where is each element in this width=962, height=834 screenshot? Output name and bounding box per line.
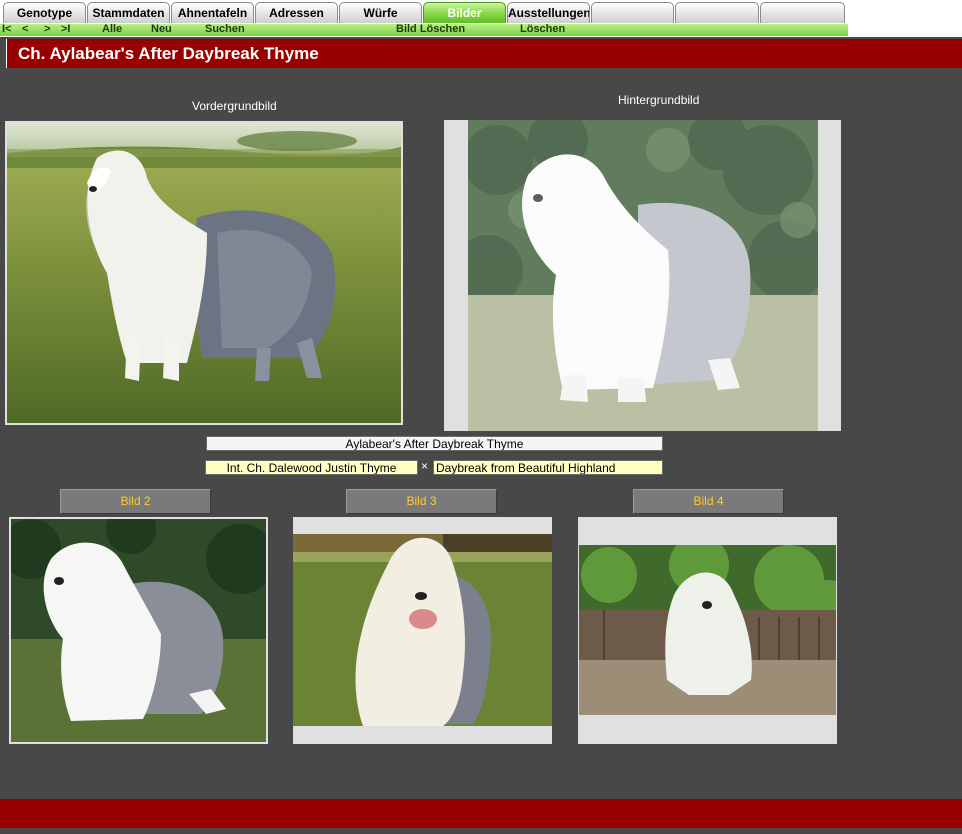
bild-3-frame[interactable] [293,517,552,744]
background-image-label: Hintergrundbild [618,93,700,107]
dog-name-field[interactable]: Aylabear's After Daybreak Thyme [206,436,663,451]
tab-stammdaten[interactable]: Stammdaten [87,2,170,23]
nav-alle-button[interactable]: Alle [102,23,122,36]
foreground-photo [7,123,401,423]
tab-empty-3[interactable] [760,2,845,23]
content-area: Ch. Aylabear's After Daybreak Thyme Vord… [0,37,962,834]
bild-4-button[interactable]: Bild 4 [633,489,784,514]
bild-3-button[interactable]: Bild 3 [346,489,497,514]
tab-genotype[interactable]: Genotype [3,2,86,23]
bild-3-photo [293,534,552,726]
tab-ausstellungen[interactable]: Ausstellungen [507,2,590,23]
tab-wuerfe[interactable]: Würfe [339,2,422,23]
bild-4-frame[interactable] [578,517,837,744]
nav-last-button[interactable]: >I [61,23,70,36]
nav-neu-button[interactable]: Neu [151,23,172,36]
tab-empty-1[interactable] [591,2,674,23]
tab-ahnentafeln[interactable]: Ahnentafeln [171,2,254,23]
bild-4-photo [579,545,836,715]
nav-suchen-button[interactable]: Suchen [205,23,245,36]
bild-loeschen-button[interactable]: Bild Löschen [396,23,465,36]
title-bar: Ch. Aylabear's After Daybreak Thyme [6,39,962,68]
cross-symbol: × [421,459,429,473]
background-image-frame[interactable] [444,120,841,431]
foreground-image-frame[interactable] [5,121,403,425]
nav-next-button[interactable]: > [44,23,50,36]
footer-bar [0,799,962,828]
bild-2-photo [11,519,266,742]
sire-field[interactable]: Int. Ch. Dalewood Justin Thyme [205,460,418,475]
nav-first-button[interactable]: I< [2,23,11,36]
page-title: Ch. Aylabear's After Daybreak Thyme [18,44,319,63]
tab-bilder[interactable]: Bilder [423,2,506,23]
background-photo [468,120,818,431]
tab-bar: Genotype Stammdaten Ahnentafeln Adressen… [0,0,962,24]
foreground-image-label: Vordergrundbild [192,99,277,113]
loeschen-button[interactable]: Löschen [520,23,565,36]
nav-prev-button[interactable]: < [22,23,28,36]
dam-field[interactable]: Daybreak from Beautiful Highland [433,460,663,475]
bild-2-button[interactable]: Bild 2 [60,489,211,514]
bild-2-frame[interactable] [9,517,268,744]
tab-adressen[interactable]: Adressen [255,2,338,23]
record-nav-strip: I< < > >I Alle Neu Suchen Bild Löschen L… [0,23,848,36]
tab-empty-2[interactable] [675,2,759,23]
